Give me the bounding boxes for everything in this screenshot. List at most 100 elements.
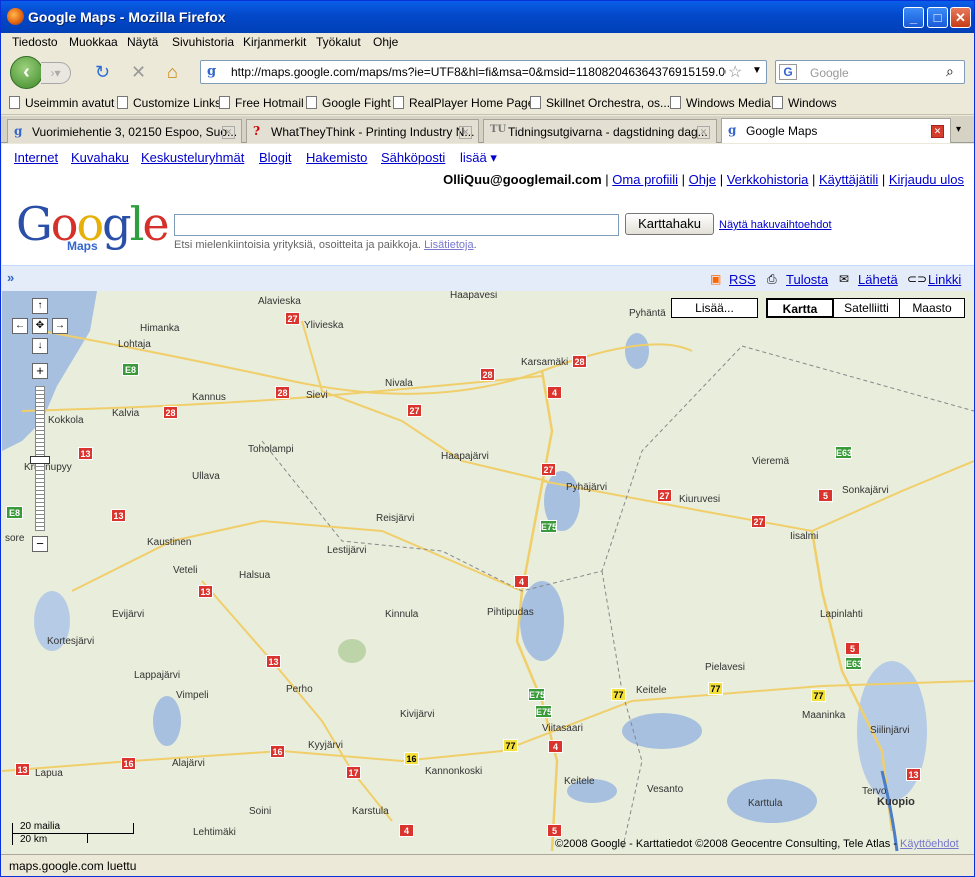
nav-internet[interactable]: Internet (14, 150, 58, 165)
map-search-input[interactable] (174, 214, 619, 236)
google-favicon: g (14, 124, 23, 138)
road-shield: 28 (275, 386, 290, 399)
map-type-satellite[interactable]: Satelliitti (833, 298, 900, 318)
place-label: Pyhäjärvi (566, 482, 608, 493)
road-shield: E63 (845, 657, 863, 670)
url-dropdown-icon[interactable]: ▼ (752, 65, 762, 76)
bookmark-item[interactable]: Free Hotmail (219, 96, 304, 110)
tab-tidningsutgivarna[interactable]: TU Tidningsutgivarna - dagstidning dag...… (483, 119, 717, 143)
place-label: Lapinlahti (820, 609, 863, 620)
page-icon (117, 96, 128, 109)
nav-hakemisto[interactable]: Hakemisto (306, 150, 367, 165)
link-account[interactable]: Käyttäjätili (819, 172, 878, 187)
place-label: sore (5, 533, 25, 544)
bookmark-item[interactable]: Windows Media (670, 96, 771, 110)
tab-vuorimiehentie[interactable]: g Vuorimiehentie 3, 02150 Espoo, Suo... ✕ (7, 119, 242, 143)
page-icon (306, 96, 317, 109)
status-text: maps.google.com luettu (9, 859, 137, 873)
link-link[interactable]: Linkki (928, 272, 961, 287)
more-info-link[interactable]: Lisätietoja (424, 239, 474, 251)
road-shield: 77 (503, 739, 518, 752)
pan-center-icon[interactable]: ✥ (32, 318, 48, 334)
place-label: Lestijärvi (327, 545, 367, 556)
send-link[interactable]: Lähetä (858, 272, 898, 287)
bookmark-item[interactable]: RealPlayer Home Page (393, 96, 534, 110)
back-button[interactable]: ‹ (10, 56, 43, 89)
nav-blogit[interactable]: Blogit (259, 150, 292, 165)
close-tab-icon[interactable]: ✕ (697, 126, 710, 139)
rss-link[interactable]: RSS (729, 272, 756, 287)
web-search-box[interactable]: G Google ⌕ (775, 60, 965, 84)
search-options-link[interactable]: Näytä hakuvaihtoehdot (719, 219, 832, 231)
url-text[interactable]: http://maps.google.com/maps/ms?ie=UTF8&h… (231, 65, 726, 79)
close-tab-icon[interactable]: ✕ (459, 126, 472, 139)
forward-button[interactable]: ›▾ (41, 62, 71, 84)
place-label: Lappajärvi (134, 670, 181, 681)
close-tab-icon[interactable]: ✕ (931, 125, 944, 138)
place-label: Himanka (140, 323, 180, 334)
zoom-slider-handle[interactable] (30, 456, 50, 464)
map-type-more[interactable]: Lisää... (671, 298, 758, 318)
maximize-button[interactable]: □ (927, 7, 948, 28)
bookmark-item[interactable]: Skillnet Orchestra, os... (530, 96, 670, 110)
menu-history[interactable]: Sivuhistoria (172, 35, 234, 49)
tab-whattheythink[interactable]: ? WhatTheyThink - Printing Industry N... ✕ (246, 119, 479, 143)
link-profile[interactable]: Oma profiili (612, 172, 678, 187)
search-engine-icon[interactable]: G (779, 64, 797, 80)
pan-down-icon[interactable]: ↓ (32, 338, 48, 354)
road-shield: 77 (611, 688, 626, 701)
close-button[interactable]: ✕ (950, 7, 971, 28)
map-type-map[interactable]: Kartta (766, 298, 834, 318)
menu-view[interactable]: Näytä (127, 35, 158, 49)
menu-help[interactable]: Ohje (373, 35, 398, 49)
nav-sahkoposti[interactable]: Sähköposti (381, 150, 445, 165)
map-type-terrain[interactable]: Maasto (899, 298, 965, 318)
rss-icon: ▣ (710, 272, 722, 286)
nav-more[interactable]: lisää ▾ (460, 150, 497, 166)
bookmark-item[interactable]: Customize Links (117, 96, 221, 110)
tab-google-maps[interactable]: g Google Maps ✕ (721, 118, 951, 143)
search-icon[interactable]: ⌕ (946, 63, 954, 80)
nav-kuvahaku[interactable]: Kuvahaku (71, 150, 129, 165)
bookmark-folder-icon (9, 96, 20, 109)
road-shield: 16 (404, 752, 419, 765)
road-shield: 27 (657, 489, 672, 502)
place-label: Iisalmi (790, 531, 819, 542)
bookmark-item[interactable]: Google Fight (306, 96, 391, 110)
terms-link[interactable]: Käyttöehdot (900, 838, 959, 850)
road-shield: 13 (78, 447, 93, 460)
reload-icon[interactable]: ↻ (95, 62, 110, 82)
menu-tools[interactable]: Työkalut (316, 35, 361, 49)
map-canvas[interactable]: Alavieska Haapavesi Pyhäntä Ylivieska Hi… (2, 291, 974, 854)
map-search-button[interactable]: Karttahaku (625, 213, 714, 235)
bookmark-item[interactable]: Useimmin avatut (9, 96, 114, 110)
home-icon[interactable]: ⌂ (167, 62, 178, 82)
road-shield: 27 (407, 404, 422, 417)
pan-up-icon[interactable]: ↑ (32, 298, 48, 314)
close-tab-icon[interactable]: ✕ (222, 126, 235, 139)
stop-icon[interactable]: ✕ (131, 62, 146, 82)
road-shield: 5 (818, 489, 833, 502)
tab-list-icon[interactable]: ▾ (956, 124, 961, 135)
menu-bookmarks[interactable]: Kirjanmerkit (243, 35, 306, 49)
bookmark-star-icon[interactable]: ☆ (728, 62, 742, 82)
print-link[interactable]: Tulosta (786, 272, 828, 287)
collapse-panel-icon[interactable]: » (7, 270, 14, 285)
road-shield: 16 (270, 745, 285, 758)
zoom-in-icon[interactable]: + (32, 363, 48, 379)
nav-keskusteluryhmat[interactable]: Keskusteluryhmät (141, 150, 244, 165)
menu-edit[interactable]: Muokkaa (69, 35, 118, 49)
road-shield: 28 (480, 368, 495, 381)
link-help[interactable]: Ohje (689, 172, 716, 187)
pan-right-icon[interactable]: → (52, 318, 68, 334)
pan-left-icon[interactable]: ← (12, 318, 28, 334)
bookmark-item[interactable]: Windows (772, 96, 837, 110)
link-logout[interactable]: Kirjaudu ulos (889, 172, 964, 187)
minimize-button[interactable]: _ (903, 7, 924, 28)
menu-file[interactable]: Tiedosto (12, 35, 58, 49)
url-bar[interactable]: g http://maps.google.com/maps/ms?ie=UTF8… (200, 60, 767, 84)
road-shield: E63 (835, 446, 853, 459)
link-history[interactable]: Verkkohistoria (727, 172, 809, 187)
place-label: Pyhäntä (629, 308, 666, 319)
zoom-out-icon[interactable]: − (32, 536, 48, 552)
